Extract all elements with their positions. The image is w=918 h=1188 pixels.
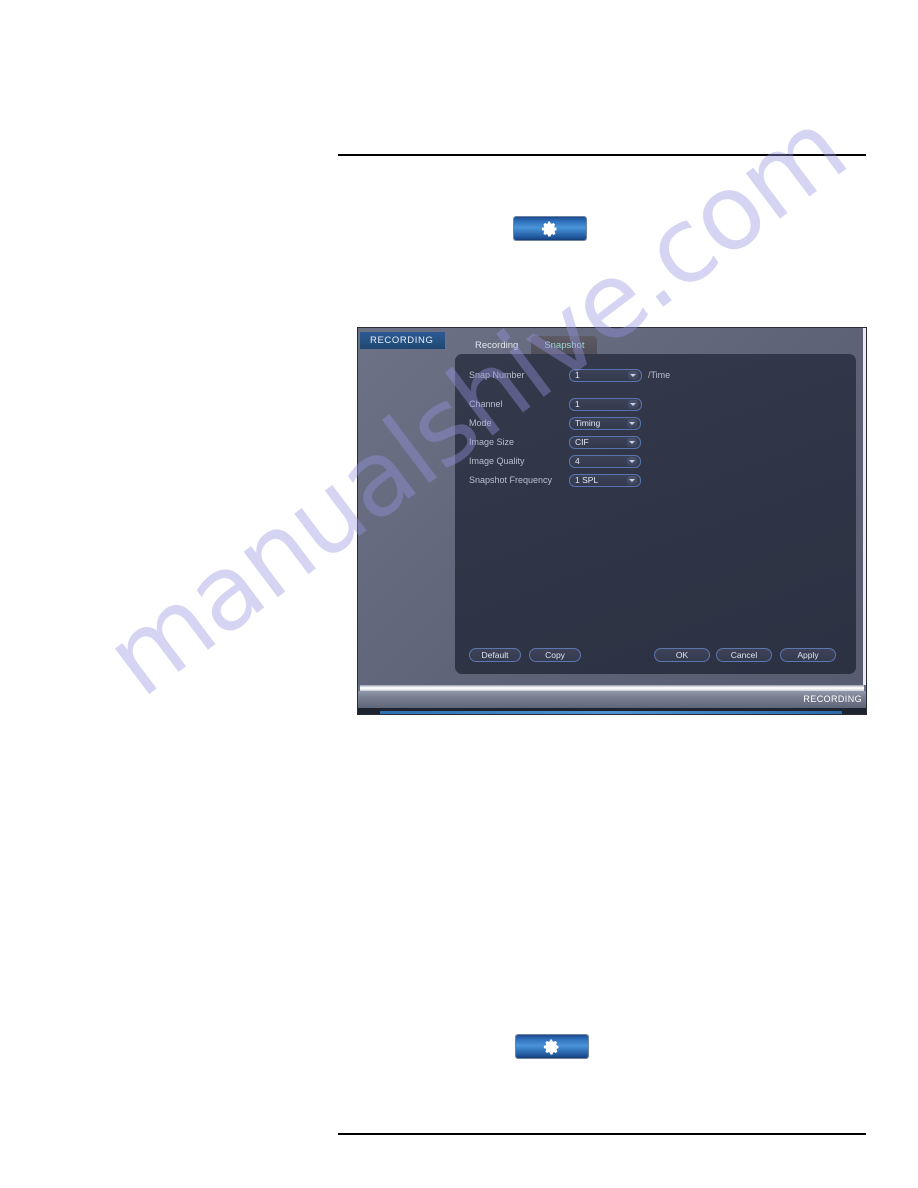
status-badge: RECORDING	[803, 694, 862, 704]
chevron-down-icon[interactable]	[627, 437, 637, 447]
status-bar-body: RECORDING	[358, 691, 866, 708]
apply-button[interactable]: Apply	[780, 648, 836, 662]
copy-button[interactable]: Copy	[529, 648, 581, 662]
dropdown-channel[interactable]: 1	[569, 397, 642, 411]
form-row-snapshot-frequency: Snapshot Frequency 1 SPL	[469, 471, 839, 489]
form-row-channel: Channel 1	[469, 395, 839, 413]
dropdown-snap-number-value: 1	[575, 370, 580, 380]
suffix-snap-number: /Time	[648, 370, 671, 380]
chevron-down-icon[interactable]	[628, 399, 638, 409]
dvr-screenshot: RECORDING Recording Snapshot Snap Number…	[358, 328, 866, 714]
chevron-down-icon[interactable]	[627, 418, 637, 428]
label-mode: Mode	[469, 418, 492, 428]
snapshot-form: Snap Number 1 /Time Channel 1 Mode Timin…	[469, 366, 839, 490]
status-bar-footer-strip	[380, 711, 842, 714]
gear-icon	[543, 1039, 559, 1054]
dropdown-mode-value: Timing	[575, 418, 601, 428]
settings-gear-button-bottom[interactable]	[516, 1035, 588, 1058]
label-snap-number: Snap Number	[469, 370, 525, 380]
dialog-button-row: Default Copy OK Cancel Apply	[469, 648, 842, 664]
dvr-window: RECORDING Recording Snapshot Snap Number…	[358, 328, 866, 685]
page-title: RECORDING	[360, 332, 445, 349]
label-image-quality: Image Quality	[469, 456, 525, 466]
header-rule	[338, 154, 866, 156]
footer-rule	[338, 1133, 866, 1135]
tab-recording[interactable]: Recording	[462, 336, 531, 355]
form-row-mode: Mode Timing	[469, 414, 839, 432]
settings-panel: Snap Number 1 /Time Channel 1 Mode Timin…	[455, 354, 856, 674]
status-bar: RECORDING	[358, 685, 866, 714]
dropdown-snap-number[interactable]: 1	[569, 368, 642, 382]
dropdown-snapshot-frequency[interactable]: 1 SPL	[569, 473, 641, 487]
dropdown-image-quality-value: 4	[575, 456, 580, 466]
default-button[interactable]: Default	[469, 648, 521, 662]
window-right-edge	[863, 328, 866, 685]
tab-snapshot[interactable]: Snapshot	[531, 336, 598, 355]
dropdown-mode[interactable]: Timing	[569, 416, 641, 430]
status-bar-footer	[358, 708, 866, 714]
label-image-size: Image Size	[469, 437, 515, 447]
gear-icon	[541, 221, 557, 236]
chevron-down-icon[interactable]	[628, 370, 638, 380]
label-channel: Channel	[469, 399, 503, 409]
settings-gear-button-top[interactable]	[514, 217, 586, 240]
dropdown-channel-value: 1	[575, 399, 580, 409]
cancel-button[interactable]: Cancel	[716, 648, 772, 662]
dropdown-image-quality[interactable]: 4	[569, 454, 641, 468]
form-row-image-size: Image Size CIF	[469, 433, 839, 451]
dropdown-snapshot-frequency-value: 1 SPL	[575, 475, 599, 485]
dropdown-image-size-value: CIF	[575, 437, 589, 447]
form-row-snap-number: Snap Number 1 /Time	[469, 366, 839, 384]
tab-bar: Recording Snapshot	[462, 336, 598, 355]
chevron-down-icon[interactable]	[627, 456, 637, 466]
chevron-down-icon[interactable]	[627, 475, 637, 485]
form-row-image-quality: Image Quality 4	[469, 452, 839, 470]
ok-button[interactable]: OK	[654, 648, 710, 662]
dropdown-image-size[interactable]: CIF	[569, 435, 641, 449]
label-snapshot-frequency: Snapshot Frequency	[469, 475, 553, 485]
